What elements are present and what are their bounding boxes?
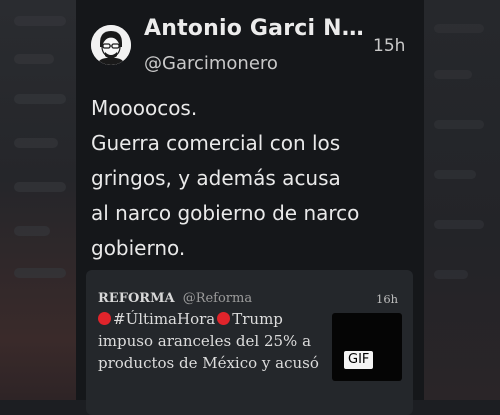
tweet-card[interactable]: Antonio Garci N… 15h @Garcimonero Mooooc…	[76, 0, 424, 415]
quoted-author-handle: @Reforma	[182, 291, 253, 306]
quoted-text-segment: Trump	[232, 310, 283, 328]
blurred-line	[14, 268, 66, 278]
background-left-blurred	[0, 0, 76, 400]
tweet-body-line: gringos, y además acusa	[91, 166, 341, 190]
blurred-line	[434, 170, 476, 179]
quoted-text-line: productos de México y acusó	[98, 354, 319, 372]
author-handle[interactable]: @Garcimonero	[144, 53, 278, 74]
quoted-text-line: #ÚltimaHora Trump	[98, 308, 318, 330]
avatar-drawing	[91, 25, 131, 65]
tweet-body-line: gobierno.	[91, 236, 186, 260]
author-name[interactable]: Antonio Garci N…	[144, 16, 364, 41]
blurred-line	[434, 120, 484, 129]
quoted-text-line: impuso aranceles del 25% a	[98, 332, 312, 350]
blurred-line	[14, 94, 66, 104]
quoted-tweet-header: REFORMA @Reforma	[98, 291, 252, 306]
quoted-tweet[interactable]: REFORMA @Reforma 16h #ÚltimaHora Trump im…	[86, 270, 413, 415]
hashtag-link[interactable]: #ÚltimaHora	[113, 310, 215, 328]
blurred-line	[434, 70, 472, 79]
tweet-body: Moooocos. Guerra comercial con los gring…	[91, 91, 411, 266]
blurred-line	[14, 16, 66, 26]
tweet-body-line: al narco gobierno de narco	[91, 201, 360, 225]
gif-badge: GIF	[344, 351, 374, 369]
blurred-line	[14, 54, 54, 64]
blurred-line	[14, 226, 50, 236]
blurred-line	[434, 220, 484, 229]
cartoon-avatar-icon[interactable]	[91, 25, 131, 65]
quoted-tweet-text: #ÚltimaHora Trump impuso aranceles del 25…	[98, 308, 319, 374]
quoted-tweet-timestamp: 16h	[376, 292, 399, 306]
red-circle-icon	[98, 312, 111, 325]
red-circle-icon	[217, 312, 231, 325]
tweet-timestamp[interactable]: 15h	[373, 36, 405, 56]
gif-thumbnail[interactable]: GIF	[332, 313, 402, 381]
background-right-blurred	[424, 0, 500, 400]
tweet-body-line: Moooocos.	[91, 96, 198, 120]
blurred-line	[434, 270, 468, 279]
quoted-author-name: REFORMA	[98, 291, 175, 306]
blurred-line	[14, 138, 58, 148]
blurred-line	[434, 24, 484, 33]
tweet-body-line: Guerra comercial con los	[91, 131, 341, 155]
blurred-line	[14, 182, 66, 192]
